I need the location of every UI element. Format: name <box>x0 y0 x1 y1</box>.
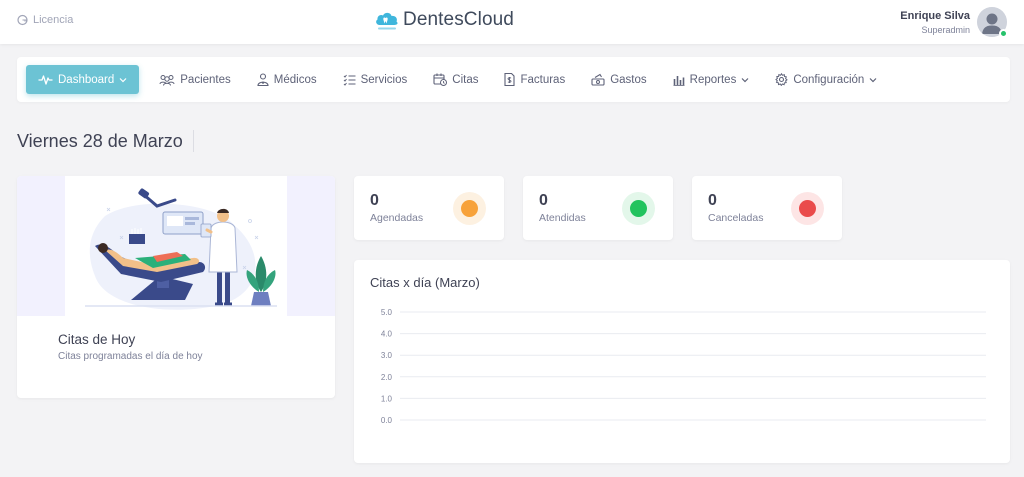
nav-label-dashboard: Dashboard <box>58 73 115 86</box>
orange-dot-icon <box>461 200 478 217</box>
online-status-dot <box>999 29 1008 38</box>
brand-name: DentesCloud <box>403 9 514 30</box>
stat-label-agendadas: Agendadas <box>370 212 424 224</box>
page-title-text: Viernes 28 de Marzo <box>17 130 183 151</box>
nav-label-facturas: Facturas <box>520 73 566 86</box>
stat-indicator-agendadas <box>453 192 486 225</box>
list-icon <box>343 74 356 86</box>
nav-item-configuracion[interactable]: Configuración <box>765 65 887 94</box>
nav-label-gastos: Gastos <box>610 73 647 86</box>
gear-icon <box>775 73 789 86</box>
nav-item-servicios[interactable]: Servicios <box>333 65 418 94</box>
stat-value-atendidas: 0 <box>539 192 548 209</box>
dentist-chair-illustration <box>85 188 277 310</box>
y-tick-label: 3.0 <box>381 351 393 360</box>
licencia-link[interactable]: Licencia <box>17 14 73 26</box>
nav-item-gastos[interactable]: Gastos <box>581 65 656 94</box>
pulse-icon <box>38 74 53 85</box>
users-icon <box>159 74 175 86</box>
chevron-down-icon <box>119 77 127 82</box>
green-dot-icon <box>630 200 647 217</box>
stat-label-atendidas: Atendidas <box>539 212 586 224</box>
user-info: Enrique Silva Superadmin <box>900 10 970 35</box>
y-tick-label: 2.0 <box>381 373 393 382</box>
nav-label-citas: Citas <box>452 73 479 86</box>
brand-logo[interactable]: DentesCloud <box>374 8 514 32</box>
citas-line-chart[interactable]: 0.0 1.0 2.0 3.0 4.0 5.0 <box>354 260 1010 463</box>
license-icon <box>17 14 28 26</box>
avatar[interactable] <box>977 7 1008 38</box>
stat-indicator-atendidas <box>622 192 655 225</box>
stat-label-canceladas: Canceladas <box>708 212 764 224</box>
calendar-clock-icon <box>433 73 448 86</box>
citas-hoy-card[interactable]: Citas de Hoy Citas programadas el día de… <box>17 176 335 398</box>
citas-chart-card: Citas x día (Marzo) 0.0 1.0 2.0 3.0 4.0 5.0 <box>354 260 1010 463</box>
y-tick-label: 0.0 <box>381 416 393 425</box>
user-menu[interactable]: Enrique Silva Superadmin <box>900 7 1008 38</box>
top-bar: Licencia DentesCloud Enrique Silva Super… <box>0 0 1024 44</box>
bar-chart-icon <box>673 75 685 86</box>
y-tick-label: 5.0 <box>381 308 393 317</box>
nav-item-dashboard[interactable]: Dashboard <box>26 65 140 94</box>
nav-label-reportes: Reportes <box>689 73 737 86</box>
y-tick-label: 1.0 <box>381 394 393 403</box>
stat-card-agendadas[interactable]: 0 Agendadas <box>354 176 504 240</box>
nav-item-citas[interactable]: Citas <box>423 65 488 94</box>
nav-item-reportes[interactable]: Reportes <box>663 65 760 94</box>
page-title: Viernes 28 de Marzo <box>17 130 194 152</box>
main-nav: Dashboard Pacientes Médicos Servicios Ci… <box>17 57 1010 102</box>
dental-illustration <box>65 176 287 316</box>
nav-label-pacientes: Pacientes <box>180 73 231 86</box>
user-role: Superadmin <box>921 24 970 35</box>
title-divider <box>192 130 194 152</box>
nav-label-servicios: Servicios <box>360 73 408 86</box>
nav-item-facturas[interactable]: Facturas <box>494 65 575 94</box>
nav-label-medicos: Médicos <box>273 73 317 86</box>
chevron-down-icon <box>741 77 749 82</box>
stat-card-canceladas[interactable]: 0 Canceladas <box>692 176 842 240</box>
hero-subtitle: Citas programadas el día de hoy <box>58 351 203 362</box>
doctor-icon <box>257 73 269 86</box>
money-icon <box>591 73 605 86</box>
red-dot-icon <box>799 200 816 217</box>
invoice-icon <box>504 73 516 86</box>
stat-value-canceladas: 0 <box>708 192 717 209</box>
stat-value-agendadas: 0 <box>370 192 379 209</box>
nav-item-medicos[interactable]: Médicos <box>247 65 327 94</box>
user-name: Enrique Silva <box>900 9 970 22</box>
licencia-label: Licencia <box>33 14 74 26</box>
nav-label-configuracion: Configuración <box>793 73 865 86</box>
nav-item-pacientes[interactable]: Pacientes <box>149 65 241 94</box>
chevron-down-icon <box>869 77 877 82</box>
stat-indicator-canceladas <box>791 192 824 225</box>
y-tick-label: 4.0 <box>381 330 393 339</box>
cloud-tooth-icon <box>376 12 398 30</box>
hero-title: Citas de Hoy <box>58 332 136 347</box>
stat-card-atendidas[interactable]: 0 Atendidas <box>523 176 673 240</box>
